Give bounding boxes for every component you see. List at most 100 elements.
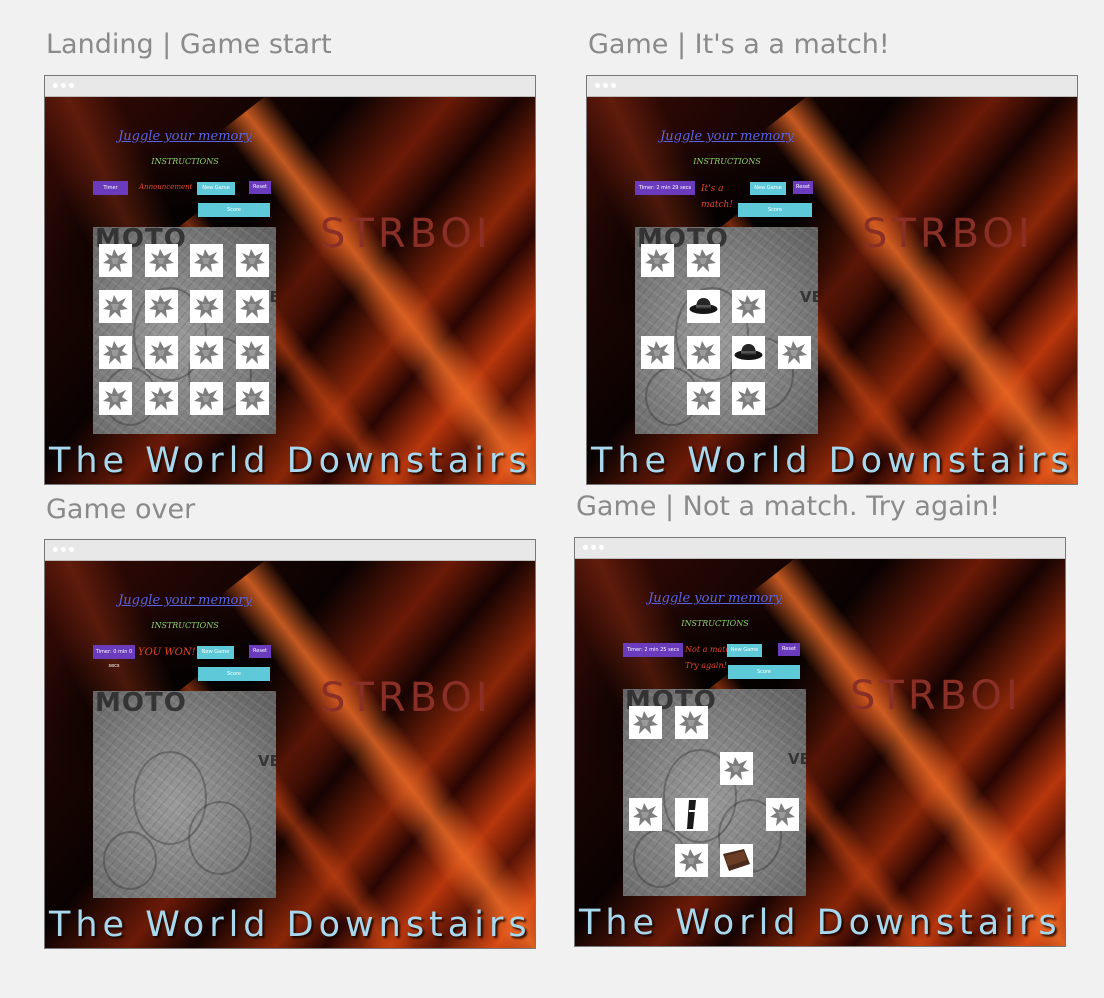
memory-card-facedown[interactable] bbox=[629, 706, 662, 739]
window-dot-icon[interactable] bbox=[53, 83, 58, 88]
memory-card-facedown[interactable] bbox=[732, 382, 765, 415]
memory-card-facedown[interactable] bbox=[144, 290, 178, 323]
new-game-button[interactable]: New Game bbox=[750, 182, 786, 195]
window-dot-icon[interactable] bbox=[583, 545, 588, 550]
footer-title: The World Downstairs bbox=[49, 905, 532, 945]
memory-card-facedown[interactable] bbox=[686, 244, 720, 277]
memory-card-facedown[interactable] bbox=[765, 798, 799, 831]
footer-title: The World Downstairs bbox=[579, 903, 1062, 943]
instructions-link[interactable]: INSTRUCTIONS bbox=[587, 157, 867, 166]
app-title-link[interactable]: Juggle your memory bbox=[45, 593, 325, 608]
memory-card-facedown[interactable] bbox=[190, 290, 223, 323]
new-game-button[interactable]: New Game bbox=[197, 182, 235, 195]
caption-not-match: Game | Not a match. Try again! bbox=[576, 491, 1001, 522]
memory-card-facedown[interactable] bbox=[777, 336, 811, 369]
caption-match: Game | It's a a match! bbox=[588, 29, 890, 60]
memory-card-facedown[interactable] bbox=[686, 336, 720, 369]
browser-window-landing: STRBOI Juggle your memory INSTRUCTIONS T… bbox=[45, 76, 535, 484]
memory-card-facedown[interactable] bbox=[235, 382, 269, 415]
memory-card-facedown[interactable] bbox=[641, 244, 674, 277]
window-titlebar bbox=[45, 76, 535, 97]
score-button[interactable]: Score bbox=[728, 665, 800, 679]
app-title-link[interactable]: Juggle your memory bbox=[45, 129, 325, 144]
game-board: MOTO VERSE bbox=[93, 227, 276, 434]
instructions-link[interactable]: INSTRUCTIONS bbox=[45, 157, 325, 166]
strboi-watermark: STRBOI bbox=[320, 675, 492, 721]
instructions-link[interactable]: INSTRUCTIONS bbox=[45, 621, 325, 630]
reset-button[interactable]: Reset bbox=[778, 643, 800, 656]
board-art-verse: VERSE bbox=[258, 752, 276, 770]
window-dot-icon[interactable] bbox=[595, 83, 600, 88]
memory-card-facedown[interactable] bbox=[144, 244, 178, 277]
window-dot-icon[interactable] bbox=[69, 547, 74, 552]
memory-card-facedown[interactable] bbox=[99, 244, 132, 277]
window-titlebar bbox=[587, 76, 1077, 97]
memory-card-facedown[interactable] bbox=[99, 336, 132, 369]
game-board: MOTO VERSE bbox=[93, 691, 276, 898]
window-dot-icon[interactable] bbox=[69, 83, 74, 88]
reset-button[interactable]: Reset bbox=[793, 181, 813, 194]
memory-card-facedown[interactable] bbox=[720, 752, 753, 785]
reset-button[interactable]: Reset bbox=[249, 181, 271, 194]
memory-card-stick[interactable] bbox=[674, 798, 708, 831]
game-page: STRBOI Juggle your memory INSTRUCTIONS T… bbox=[575, 559, 1065, 946]
timer-button[interactable]: Timer: 0 min 0 secs bbox=[93, 645, 135, 669]
window-dot-icon[interactable] bbox=[599, 545, 604, 550]
memory-card-facedown[interactable] bbox=[641, 336, 674, 369]
strboi-watermark: STRBOI bbox=[320, 211, 492, 257]
memory-card-hat[interactable] bbox=[732, 336, 765, 369]
strboi-watermark: STRBOI bbox=[862, 211, 1034, 257]
memory-card-facedown[interactable] bbox=[99, 290, 132, 323]
score-button[interactable]: Score bbox=[198, 667, 270, 681]
footer-title: The World Downstairs bbox=[591, 441, 1074, 481]
window-titlebar bbox=[45, 540, 535, 561]
memory-card-hat[interactable] bbox=[686, 290, 720, 323]
game-page: STRBOI Juggle your memory INSTRUCTIONS T… bbox=[587, 97, 1077, 484]
memory-card-facedown[interactable] bbox=[190, 336, 223, 369]
memory-card-facedown[interactable] bbox=[144, 382, 178, 415]
memory-card-facedown[interactable] bbox=[674, 706, 708, 739]
board-art-verse: VERSE bbox=[788, 750, 806, 768]
memory-card-facedown[interactable] bbox=[235, 244, 269, 277]
new-game-button[interactable]: New Game bbox=[197, 646, 234, 659]
board-art-moto: MOTO bbox=[95, 691, 187, 718]
app-title-link[interactable]: Juggle your memory bbox=[575, 591, 855, 606]
announcement-text: It's a match! bbox=[701, 184, 733, 210]
timer-button[interactable]: Timer bbox=[93, 181, 128, 195]
board-art-verse: VERSE bbox=[800, 288, 818, 306]
reset-button[interactable]: Reset bbox=[249, 645, 271, 658]
memory-card-facedown[interactable] bbox=[144, 336, 178, 369]
window-dot-icon[interactable] bbox=[61, 83, 66, 88]
memory-card-wallet[interactable] bbox=[720, 844, 753, 877]
window-dot-icon[interactable] bbox=[53, 547, 58, 552]
game-board: MOTO VERSE bbox=[623, 689, 806, 896]
caption-game-over: Game over bbox=[46, 494, 196, 525]
browser-window-not-match: STRBOI Juggle your memory INSTRUCTIONS T… bbox=[575, 538, 1065, 946]
board-sketch-art bbox=[103, 831, 157, 890]
game-page: STRBOI Juggle your memory INSTRUCTIONS T… bbox=[45, 561, 535, 948]
memory-card-facedown[interactable] bbox=[674, 844, 708, 877]
game-page: STRBOI Juggle your memory INSTRUCTIONS T… bbox=[45, 97, 535, 484]
timer-button[interactable]: Timer: 2 min 29 secs bbox=[635, 181, 695, 195]
browser-window-game-over: STRBOI Juggle your memory INSTRUCTIONS T… bbox=[45, 540, 535, 948]
app-title-link[interactable]: Juggle your memory bbox=[587, 129, 867, 144]
memory-card-facedown[interactable] bbox=[235, 290, 269, 323]
window-dot-icon[interactable] bbox=[603, 83, 608, 88]
window-dot-icon[interactable] bbox=[591, 545, 596, 550]
window-dot-icon[interactable] bbox=[611, 83, 616, 88]
window-dot-icon[interactable] bbox=[61, 547, 66, 552]
window-titlebar bbox=[575, 538, 1065, 559]
memory-card-facedown[interactable] bbox=[99, 382, 132, 415]
memory-card-facedown[interactable] bbox=[732, 290, 765, 323]
memory-card-facedown[interactable] bbox=[190, 382, 223, 415]
game-board: MOTO VERSE bbox=[635, 227, 818, 434]
memory-card-facedown[interactable] bbox=[686, 382, 720, 415]
instructions-link[interactable]: INSTRUCTIONS bbox=[575, 619, 855, 628]
memory-card-facedown[interactable] bbox=[235, 336, 269, 369]
memory-card-facedown[interactable] bbox=[629, 798, 662, 831]
memory-card-facedown[interactable] bbox=[190, 244, 223, 277]
score-button[interactable]: Score bbox=[738, 203, 812, 217]
timer-button[interactable]: Timer: 2 min 25 secs bbox=[623, 643, 683, 657]
new-game-button[interactable]: New Game bbox=[727, 644, 762, 657]
score-button[interactable]: Score bbox=[198, 203, 270, 217]
